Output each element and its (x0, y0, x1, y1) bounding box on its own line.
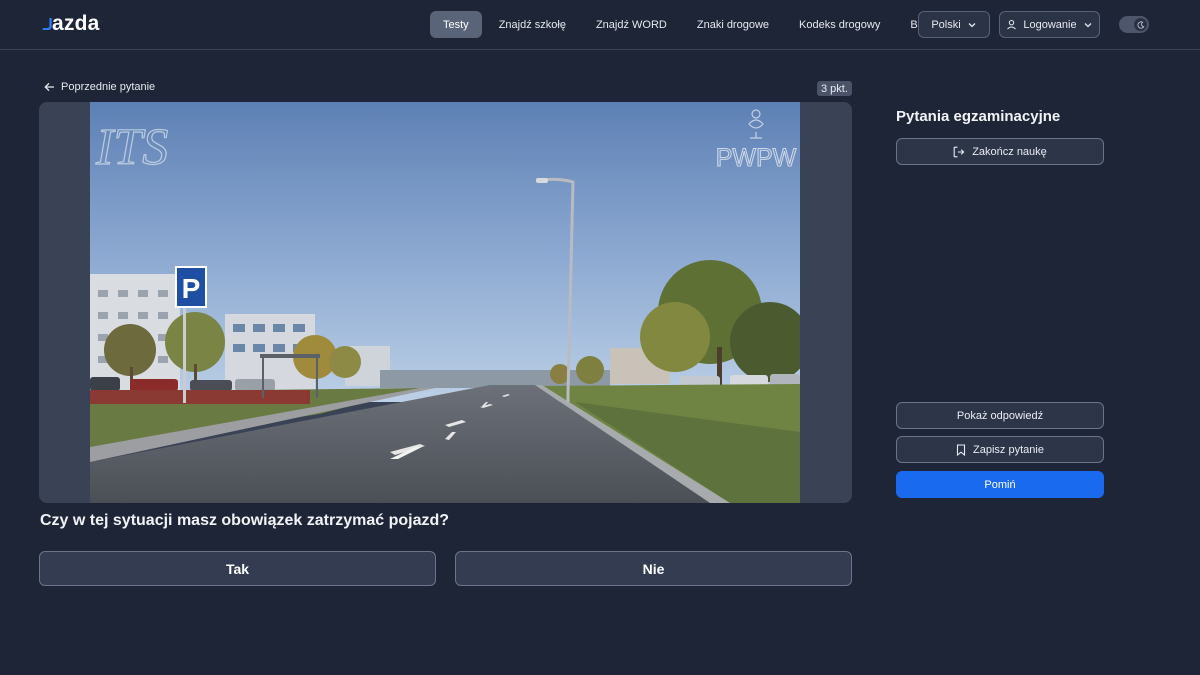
toggle-knob (1134, 18, 1147, 31)
chevron-down-icon (1084, 22, 1092, 27)
user-icon (1007, 19, 1017, 30)
chevron-down-icon (968, 22, 976, 27)
answer-yes-button[interactable]: Tak (39, 551, 436, 586)
parking-sign-letter: P (182, 273, 201, 304)
pwpw-watermark: PWPW (716, 144, 797, 172)
login-label: Logowanie (1023, 18, 1077, 31)
question-text: Czy w tej sytuacji masz obowiązek zatrzy… (40, 512, 450, 529)
theme-toggle[interactable] (1119, 16, 1149, 33)
answer-no-button[interactable]: Nie (455, 551, 852, 586)
exit-icon (953, 146, 965, 157)
end-learning-label: Zakończ naukę (972, 145, 1047, 158)
save-question-button[interactable]: Zapisz pytanie (896, 436, 1104, 463)
points-badge: 3 pkt. (817, 81, 852, 96)
nav-item-testy[interactable]: Testy (430, 11, 482, 38)
its-watermark: ITS (95, 119, 168, 176)
top-navbar: azda Testy Znajdź szkołę Znajdź WORD Zna… (0, 0, 1200, 50)
logo[interactable]: azda (42, 12, 100, 36)
nav-item-znajdz-word[interactable]: Znajdź WORD (583, 11, 680, 38)
bookmark-icon (956, 443, 966, 456)
nav-item-kodeks-drogowy[interactable]: Kodeks drogowy (786, 11, 893, 38)
language-select[interactable]: Polski (918, 11, 990, 38)
save-question-label: Zapisz pytanie (973, 443, 1044, 456)
moon-icon (1137, 20, 1144, 29)
nav-item-znaki-drogowe[interactable]: Znaki drogowe (684, 11, 782, 38)
skip-button[interactable]: Pomiń (896, 471, 1104, 498)
login-button[interactable]: Logowanie (999, 11, 1100, 38)
road-scene-image: P ITS PWPW (90, 102, 800, 503)
question-media: P ITS PWPW (39, 102, 852, 503)
main-nav: Testy Znajdź szkołę Znajdź WORD Znaki dr… (430, 11, 949, 38)
sidebar-title: Pytania egzaminacyjne (896, 108, 1061, 125)
show-answer-button[interactable]: Pokaż odpowiedź (896, 402, 1104, 429)
logo-mark-icon (42, 18, 52, 30)
end-learning-button[interactable]: Zakończ naukę (896, 138, 1104, 165)
arrow-left-icon (44, 82, 54, 92)
previous-question-label: Poprzednie pytanie (61, 81, 156, 93)
logo-text: azda (52, 12, 100, 35)
previous-question-link[interactable]: Poprzednie pytanie (44, 81, 155, 93)
nav-item-znajdz-szkole[interactable]: Znajdź szkołę (486, 11, 579, 38)
language-label: Polski (931, 18, 961, 31)
